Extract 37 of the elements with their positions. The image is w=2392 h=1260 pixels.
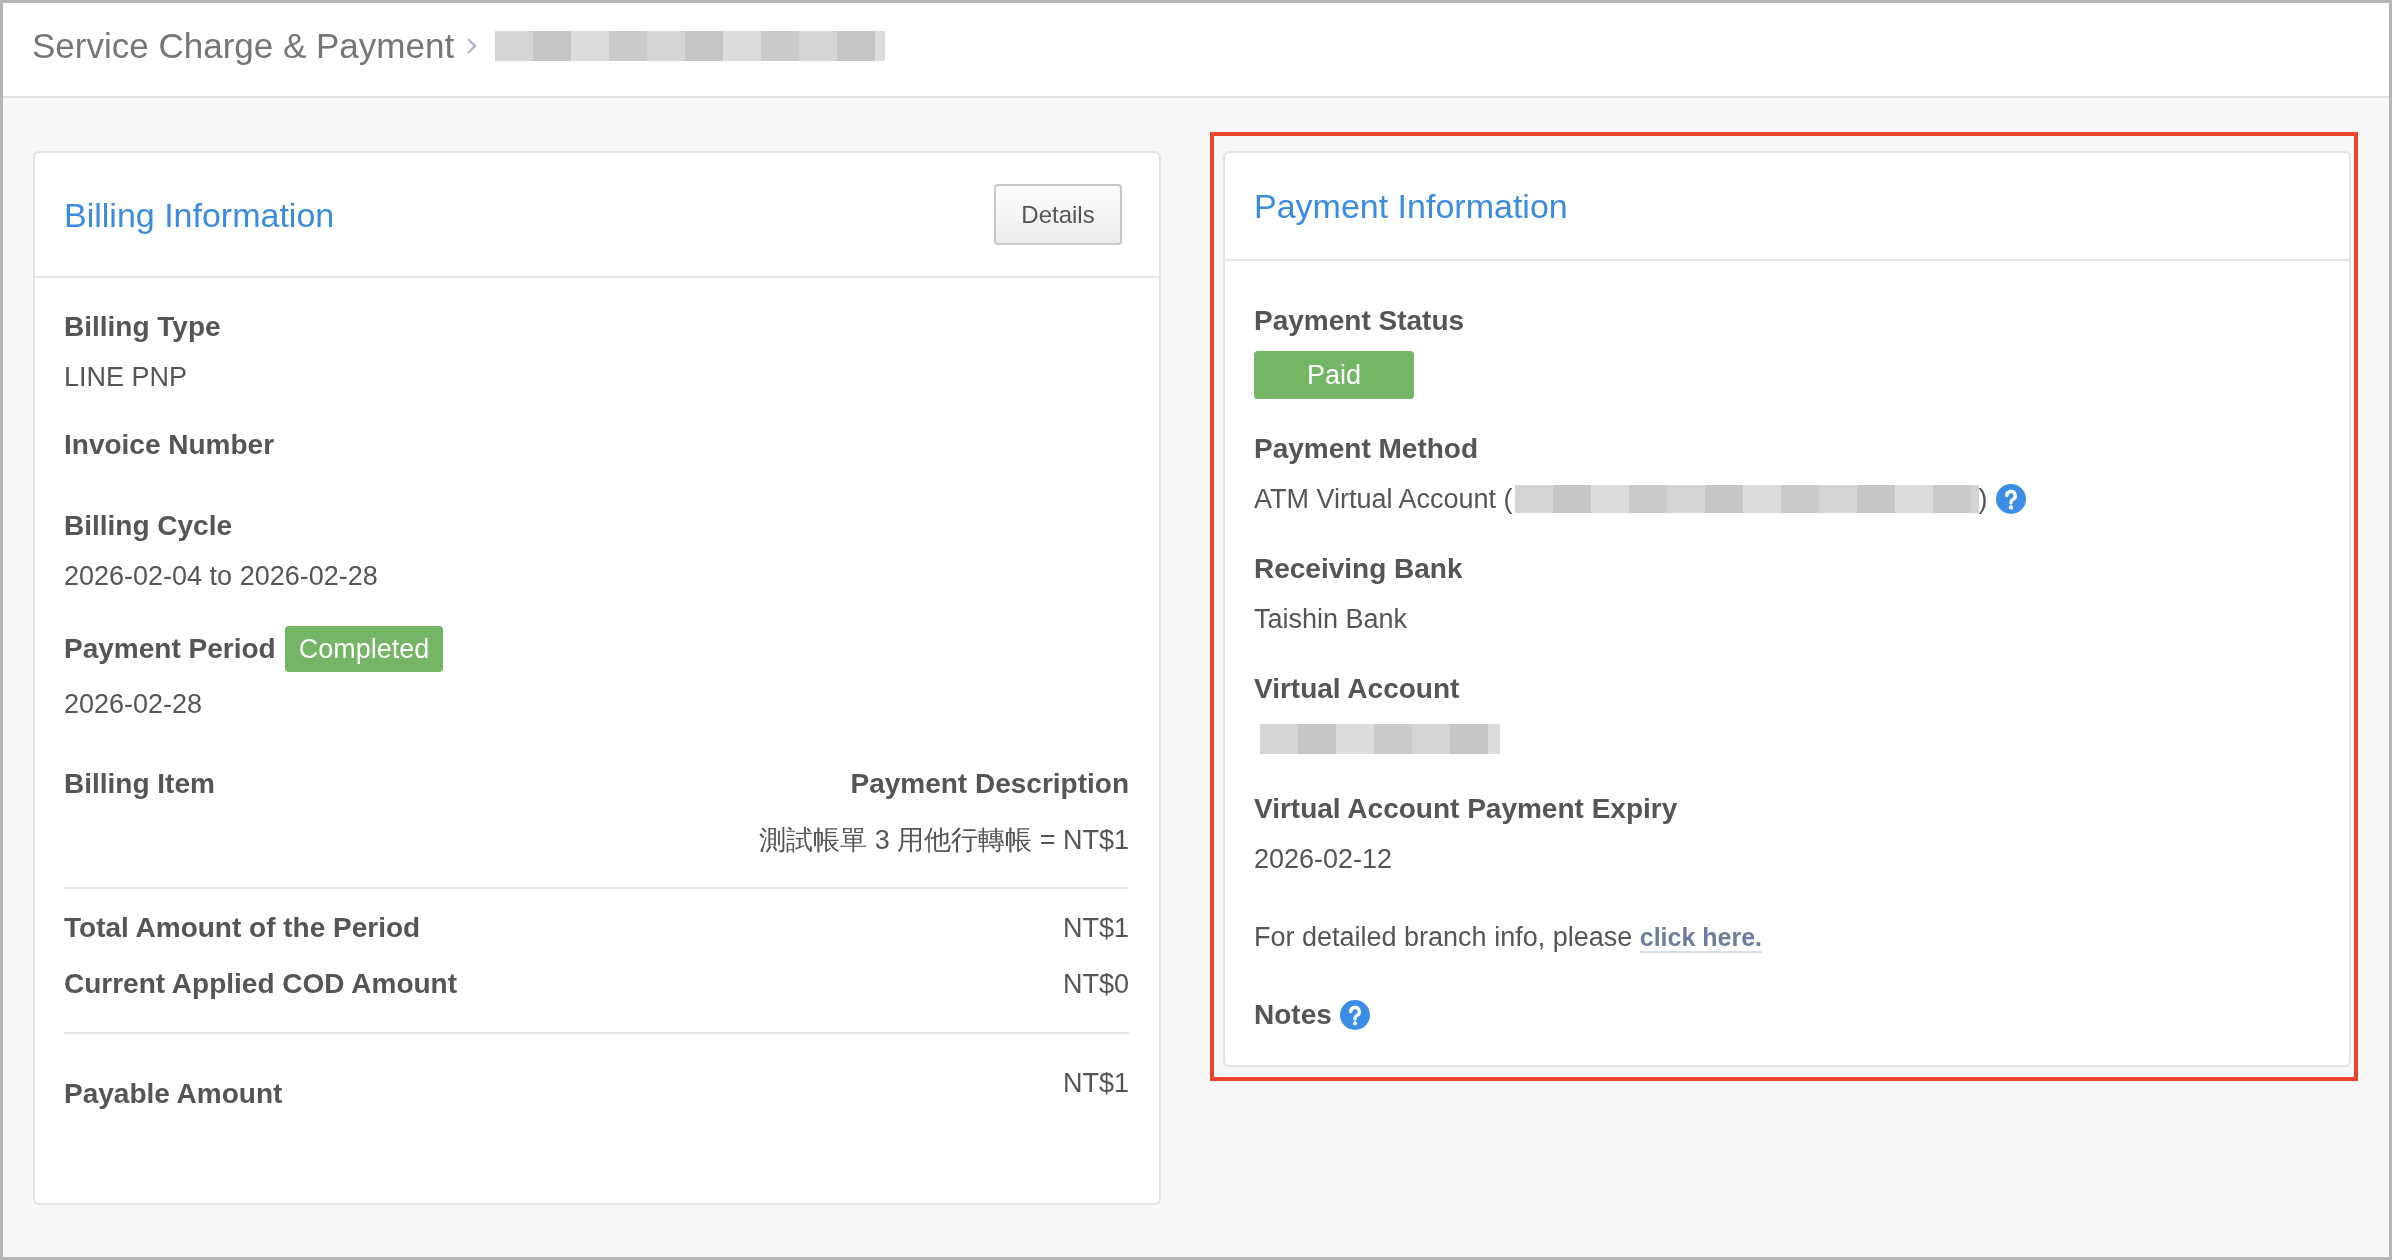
field-label: Notes bbox=[1254, 998, 1332, 1032]
amount-value: NT$1 bbox=[1062, 1067, 1129, 1100]
field-label: Virtual Account bbox=[1254, 672, 1461, 706]
field-label: Invoice Number bbox=[64, 428, 276, 462]
field-value: ) bbox=[1978, 483, 1988, 516]
status-badge: Paid bbox=[1254, 351, 1414, 399]
details-button[interactable]: Details bbox=[994, 184, 1122, 245]
field-label: Payment Status bbox=[1254, 304, 1466, 338]
field-value: ATM Virtual Account ( bbox=[1254, 483, 1513, 516]
field-label: Billing Cycle bbox=[64, 509, 234, 543]
chevron-right-icon bbox=[466, 35, 478, 56]
field-label: Payment Method bbox=[1254, 432, 1480, 466]
field-label: Receiving Bank bbox=[1254, 552, 1464, 586]
amount-value: NT$0 bbox=[1062, 968, 1129, 1001]
click-here-link[interactable]: click here. bbox=[1639, 923, 1763, 953]
field-label: Payment Period bbox=[64, 632, 276, 666]
table-cell-text: 測試帳單 3 用他行轉帳 = NT$1 bbox=[759, 824, 1129, 857]
field-value: 2026-02-12 bbox=[1254, 843, 1393, 876]
amount-label: Total Amount of the Period bbox=[64, 911, 421, 945]
amount-label: Payable Amount bbox=[64, 1077, 283, 1111]
field-value: 2026-02-04 to 2026-02-28 bbox=[64, 560, 378, 593]
field-value: LINE PNP bbox=[64, 361, 188, 394]
field-label: Billing Type bbox=[64, 310, 222, 344]
amount-label: Current Applied COD Amount bbox=[64, 967, 457, 1001]
help-icon[interactable] bbox=[1995, 484, 2026, 514]
card-title: Payment Information bbox=[1254, 186, 1568, 227]
help-icon[interactable] bbox=[1339, 1000, 1370, 1030]
field-value: 2026-02-28 bbox=[64, 688, 203, 721]
column-header: Payment Description bbox=[850, 767, 1129, 801]
field-label: Virtual Account Payment Expiry bbox=[1254, 792, 1679, 826]
column-header: Billing Item bbox=[64, 767, 215, 801]
amount-value: NT$1 bbox=[1062, 912, 1129, 945]
status-badge: Completed bbox=[284, 626, 444, 672]
branch-info-text: For detailed branch info, please click here. bbox=[1254, 921, 1764, 955]
field-value: Taishin Bank bbox=[1254, 603, 1408, 636]
breadcrumb-link[interactable]: Service Charge & Payment bbox=[32, 23, 455, 68]
card-title: Billing Information bbox=[64, 194, 335, 236]
